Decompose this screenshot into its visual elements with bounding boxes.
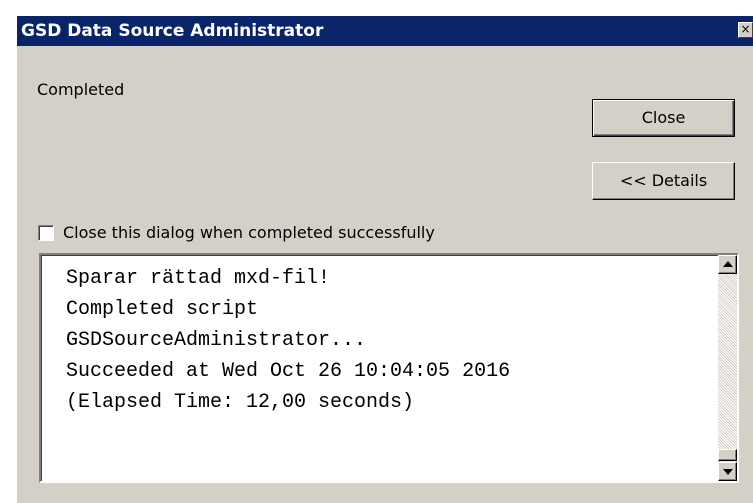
log-scrollbar[interactable] — [718, 255, 737, 481]
scroll-down-button[interactable] — [718, 462, 737, 481]
log-line: Completed script — [66, 298, 259, 321]
log-line: Sparar rättad mxd-fil! — [66, 267, 331, 290]
close-icon[interactable]: × — [738, 22, 753, 38]
log-line: Succeeded at Wed Oct 26 10:04:05 2016 — [66, 360, 511, 383]
close-when-done-checkbox[interactable] — [38, 225, 54, 241]
scrollbar-thumb[interactable] — [718, 449, 737, 461]
status-text: Completed — [37, 80, 125, 99]
message-log[interactable]: Sparar rättad mxd-fil! Completed script … — [39, 253, 739, 483]
arrow-down-icon — [723, 469, 733, 475]
log-line: (Elapsed Time: 12,00 seconds) — [66, 391, 415, 414]
title-bar[interactable]: GSD Data Source Administrator × — [17, 16, 753, 46]
window-title: GSD Data Source Administrator — [21, 21, 324, 41]
details-toggle-button[interactable]: << Details — [592, 162, 735, 200]
scroll-up-button[interactable] — [718, 255, 737, 274]
close-button[interactable]: Close — [592, 99, 735, 137]
log-line: GSDSourceAdministrator... — [66, 329, 367, 352]
dialog-window: GSD Data Source Administrator × Complete… — [17, 16, 753, 503]
log-lines: Sparar rättad mxd-fil! Completed script … — [66, 263, 510, 418]
close-when-done-label[interactable]: Close this dialog when completed success… — [63, 223, 435, 242]
arrow-up-icon — [723, 261, 733, 267]
